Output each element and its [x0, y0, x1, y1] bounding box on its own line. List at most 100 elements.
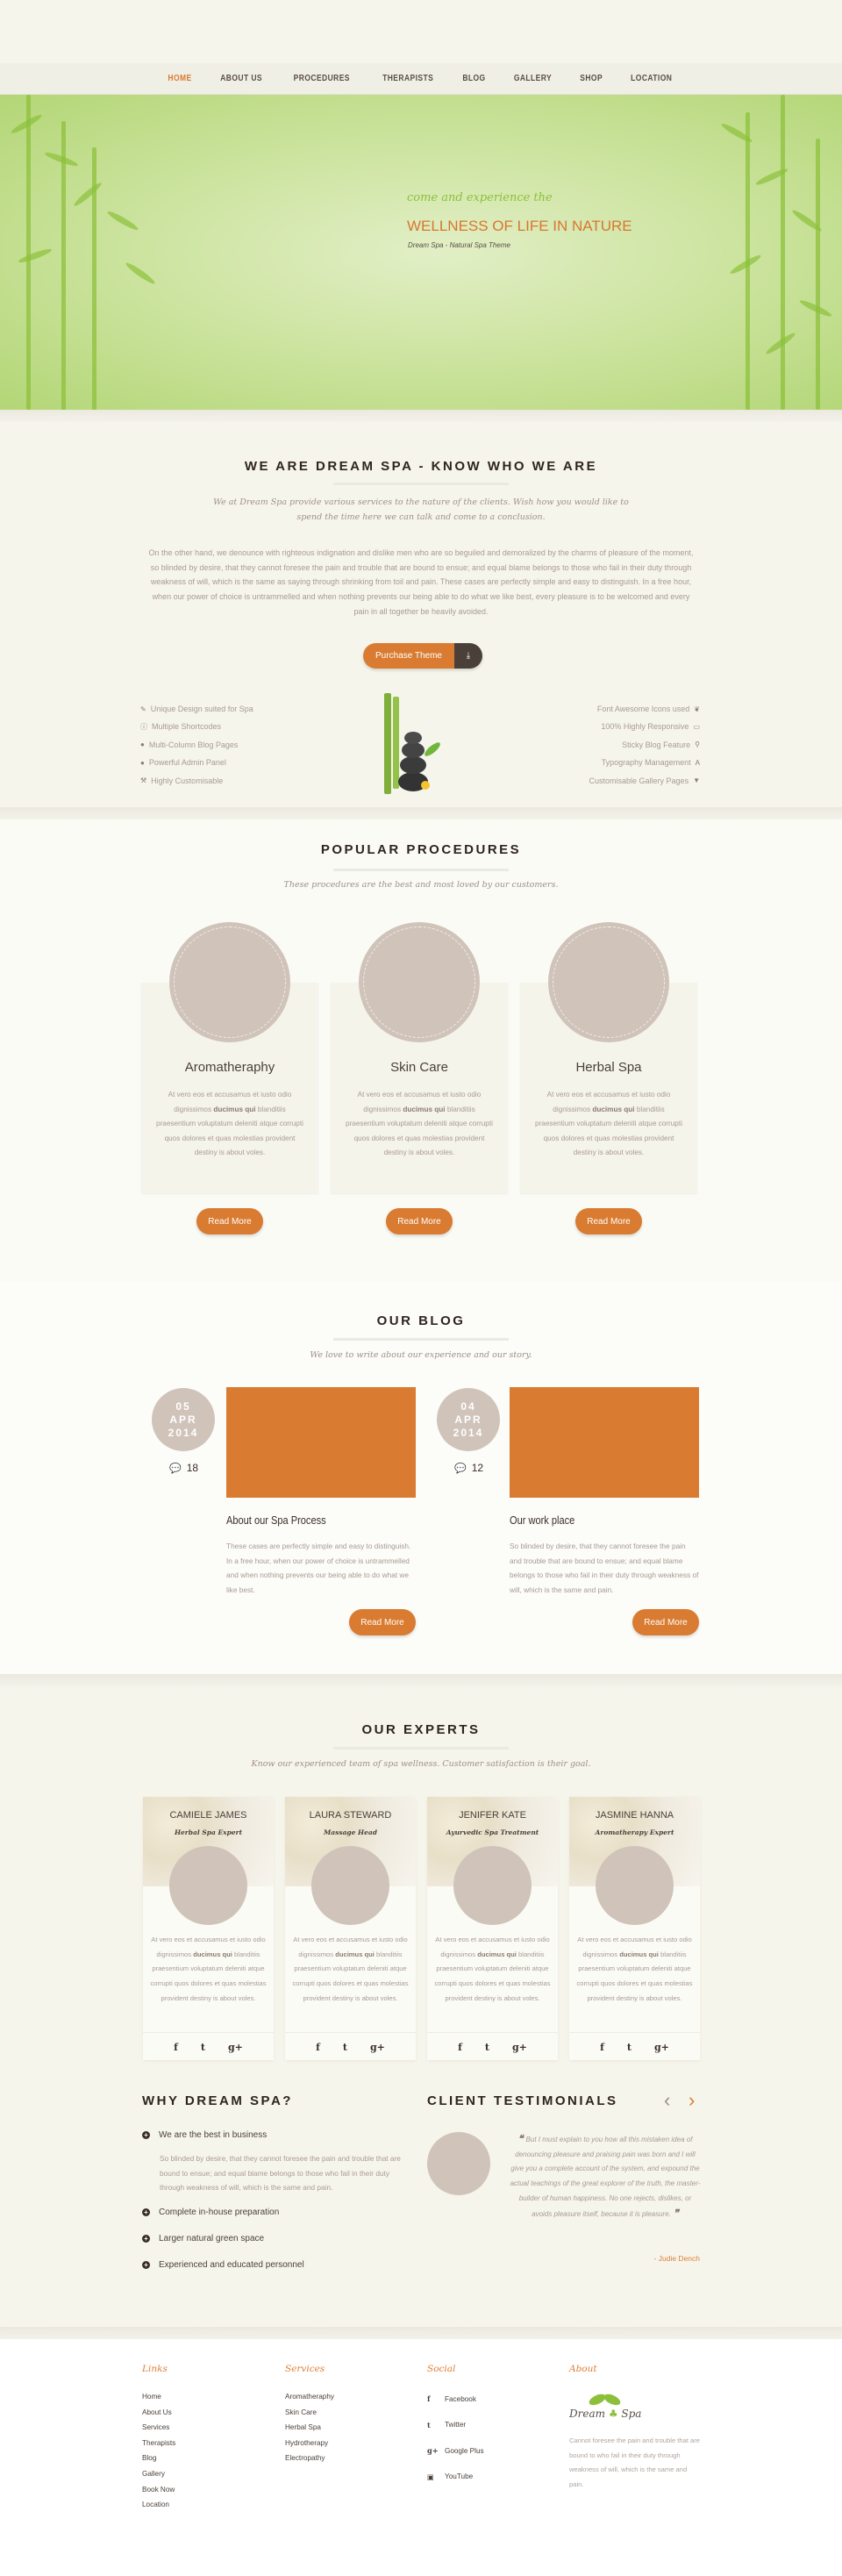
about-body: On the other hand, we denounce with righ…	[148, 548, 694, 616]
date-year: 2014	[168, 1427, 199, 1439]
footer-link[interactable]: Book Now	[142, 2486, 175, 2494]
why-item: + Complete in-house preparation	[142, 2207, 279, 2217]
expert-photo	[453, 1846, 532, 1925]
feature-item: 100% Highly Responsive ▭	[589, 720, 700, 733]
nav-item-gallery[interactable]: GALLERY	[514, 74, 552, 83]
read-more-button[interactable]: Read More	[575, 1208, 642, 1234]
nav-item-about-us[interactable]: ABOUT US	[220, 74, 262, 83]
feature-item: ● Multi-Column Blog Pages	[140, 739, 253, 751]
read-more-button[interactable]: Read More	[349, 1609, 416, 1635]
why-item-label: Experienced and educated personnel	[159, 2260, 304, 2270]
text-bold: ducimus qui	[403, 1105, 446, 1113]
comment-number: 12	[471, 1462, 484, 1474]
footer-link[interactable]: Home	[142, 2393, 161, 2401]
footer-social-link[interactable]: g+ Google Plus	[427, 2446, 484, 2455]
why-item: + Experienced and educated personnel	[142, 2260, 304, 2270]
feature-label: Highly Customisable	[151, 776, 224, 785]
pencil-icon: ✎	[140, 705, 146, 713]
twitter-icon[interactable]: t	[201, 2042, 205, 2053]
footer-service-link[interactable]: Aromatheraphy	[285, 2393, 334, 2401]
text-bold: ducimus qui	[213, 1105, 256, 1113]
expert-bio: At vero eos et accusamus et iusto odio d…	[434, 1933, 551, 2007]
bamboo-leaf	[72, 180, 103, 209]
footer-link[interactable]: Therapists	[142, 2439, 175, 2447]
text-bold: ducimus qui	[335, 1950, 375, 1958]
procedure-image	[359, 922, 480, 1042]
post-date-badge: 04 APR 2014	[437, 1388, 500, 1451]
nav-item-home[interactable]: HOME	[168, 74, 191, 83]
expert-name: LAURA STEWARD	[309, 1810, 392, 1821]
expert-social: f t g+	[143, 2032, 274, 2053]
quote-close-icon: ❞	[670, 2207, 679, 2219]
feature-label: Multi-Column Blog Pages	[148, 740, 239, 749]
footer-service-link[interactable]: Electropathy	[285, 2454, 325, 2462]
post-title[interactable]: Our work place	[510, 1513, 574, 1527]
twitter-icon[interactable]: t	[343, 2042, 347, 2053]
footer-link[interactable]: Services	[142, 2423, 169, 2431]
title-divider	[333, 1338, 509, 1341]
purchase-theme-button[interactable]: Purchase Theme ⤓	[363, 643, 482, 669]
read-more-button[interactable]: Read More	[632, 1609, 699, 1635]
facebook-icon[interactable]: f	[458, 2042, 462, 2053]
procedure-text: At vero eos et accusamus et iusto odio d…	[534, 1088, 683, 1161]
google-plus-icon[interactable]: g+	[512, 2042, 527, 2053]
facebook-icon[interactable]: f	[600, 2042, 604, 2053]
testimonial-next-button[interactable]: ›	[689, 2089, 695, 2112]
social-label: Twitter	[445, 2421, 467, 2429]
footer-services-title: Services	[285, 2364, 325, 2374]
feature-label: Unique Design suited for Spa	[150, 705, 253, 713]
spa-stones-image	[382, 693, 461, 794]
twitter-icon[interactable]: t	[627, 2042, 632, 2053]
footer-link[interactable]: Gallery	[142, 2470, 165, 2478]
feature-label: Multiple Shortcodes	[152, 722, 222, 732]
google-plus-icon[interactable]: g+	[654, 2042, 669, 2053]
hero-banner: come and experience the WELLNESS OF LIFE…	[0, 95, 842, 410]
facebook-icon[interactable]: f	[316, 2042, 320, 2053]
facebook-icon[interactable]: f	[174, 2042, 178, 2053]
nav-item-location[interactable]: LOCATION	[632, 74, 673, 83]
testimonial-prev-button[interactable]: ‹	[664, 2089, 670, 2112]
feature-label: Powerful Admin Panel	[148, 758, 226, 768]
google-plus-icon[interactable]: g+	[228, 2042, 243, 2053]
nav-item-therapists[interactable]: THERAPISTS	[382, 74, 433, 83]
google-plus-icon: g+	[427, 2446, 439, 2455]
footer-link[interactable]: About Us	[142, 2408, 172, 2416]
feature-item: ✎ Unique Design suited for Spa	[140, 703, 253, 715]
footer-service-link[interactable]: Skin Care	[285, 2408, 317, 2416]
bamboo-stalk	[816, 139, 820, 410]
blog-subtitle: We love to write about our experience an…	[310, 1350, 532, 1360]
google-plus-icon[interactable]: g+	[370, 2042, 385, 2053]
text-bold: ducimus qui	[592, 1105, 635, 1113]
footer-social-link[interactable]: f Facebook	[427, 2394, 476, 2403]
laptop-icon: ▭	[693, 722, 700, 731]
nav-item-blog[interactable]: BLOG	[463, 74, 486, 83]
nav-item-procedures[interactable]: PROCEDURES	[294, 74, 350, 83]
top-strip	[0, 0, 842, 63]
footer-social-link[interactable]: ▣ YouTube	[427, 2472, 473, 2481]
footer-service-link[interactable]: Herbal Spa	[285, 2423, 321, 2431]
post-image[interactable]	[226, 1387, 416, 1498]
about-lead: We at Dream Spa provide various services…	[213, 497, 629, 522]
footer-social-link[interactable]: t Twitter	[427, 2421, 466, 2429]
twitter-icon[interactable]: t	[485, 2042, 489, 2053]
post-image[interactable]	[510, 1387, 699, 1498]
expert-name: JASMINE HANNA	[595, 1810, 674, 1821]
footer-service-link[interactable]: Hydrotherapy	[285, 2439, 328, 2447]
read-more-button[interactable]: Read More	[386, 1208, 453, 1234]
experts-subtitle: Know our experienced team of spa wellnes…	[251, 1759, 591, 1769]
info-icon: ⓘ	[140, 722, 147, 731]
nav-item-shop[interactable]: SHOP	[580, 74, 603, 83]
footer-link[interactable]: Blog	[142, 2454, 156, 2462]
bamboo-leaf	[18, 247, 53, 265]
date-month: APR	[454, 1413, 482, 1426]
post-title[interactable]: About our Spa Process	[226, 1513, 326, 1527]
procedure-image	[548, 922, 669, 1042]
text-bold: ducimus qui	[619, 1950, 659, 1958]
quote-open-icon: ❝	[517, 2134, 526, 2144]
footer-link[interactable]: Location	[142, 2501, 169, 2508]
testimonials-title: CLIENT TESTIMONIALS	[427, 2093, 618, 2108]
post-excerpt: These cases are perfectly simple and eas…	[226, 1542, 411, 1595]
read-more-button[interactable]: Read More	[196, 1208, 263, 1234]
procedure-image	[169, 922, 290, 1042]
quote-text: But I must explain to you how all this m…	[510, 2136, 701, 2218]
